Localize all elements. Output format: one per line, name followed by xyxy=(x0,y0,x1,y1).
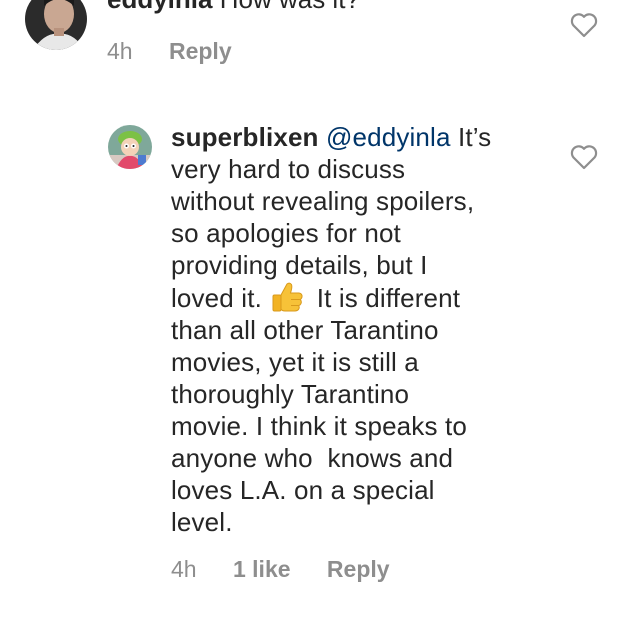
reply-line-2: very hard to discuss xyxy=(171,154,406,184)
reply-line-4: so apologies for not xyxy=(171,218,401,248)
reply-username[interactable]: superblixen xyxy=(171,122,319,152)
reply-line-12: loves L.A. on a special xyxy=(171,475,435,505)
reply-line-3: without revealing spoilers, xyxy=(171,186,475,216)
reply-line-8: movies, yet it is still a xyxy=(171,347,419,377)
reply-text-segment: loved it. xyxy=(171,283,262,313)
parent-comment-body: How was it? xyxy=(220,0,360,14)
reply-line-1: superblixen @eddyinla It’s xyxy=(171,121,531,153)
heart-outline-icon[interactable] xyxy=(570,144,598,170)
eddyinla-avatar[interactable] xyxy=(25,0,87,50)
reply-comment-meta: 4h 1 like Reply xyxy=(171,554,420,584)
cartoon-avatar-icon xyxy=(108,125,152,169)
reply-timestamp: 4h xyxy=(171,556,197,582)
parent-comment-meta: 4h Reply xyxy=(107,36,262,66)
user-avatar-photo-icon xyxy=(25,0,87,50)
heart-outline-icon[interactable] xyxy=(570,12,598,38)
mention-link[interactable]: @eddyinla xyxy=(326,122,451,152)
parent-reply-button[interactable]: Reply xyxy=(169,36,232,66)
reply-line-11: anyone who knows and xyxy=(171,443,454,473)
reply-comment-text: superblixen @eddyinla It’s very hard to … xyxy=(171,121,531,538)
reply-line-6: loved it. It is different xyxy=(171,281,531,314)
reply-button[interactable]: Reply xyxy=(327,554,390,584)
reply-text-segment: It’s xyxy=(457,122,492,152)
reply-line-7: than all other Tarantino xyxy=(171,315,439,345)
likes-count[interactable]: 1 like xyxy=(233,554,291,584)
reply-line-9: thoroughly Tarantino xyxy=(171,379,410,409)
reply-line-10: movie. I think it speaks to xyxy=(171,411,467,441)
reply-line-5: providing details, but I xyxy=(171,250,428,280)
thumbs-up-emoji-icon xyxy=(272,282,303,312)
superblixen-avatar[interactable] xyxy=(108,125,152,169)
parent-username[interactable]: eddyinla xyxy=(107,0,212,14)
reply-line-13: level. xyxy=(171,507,233,537)
parent-timestamp: 4h xyxy=(107,38,133,64)
parent-comment-text: eddyinla How was it? xyxy=(107,0,360,15)
reply-text-segment: It is different xyxy=(316,283,461,313)
